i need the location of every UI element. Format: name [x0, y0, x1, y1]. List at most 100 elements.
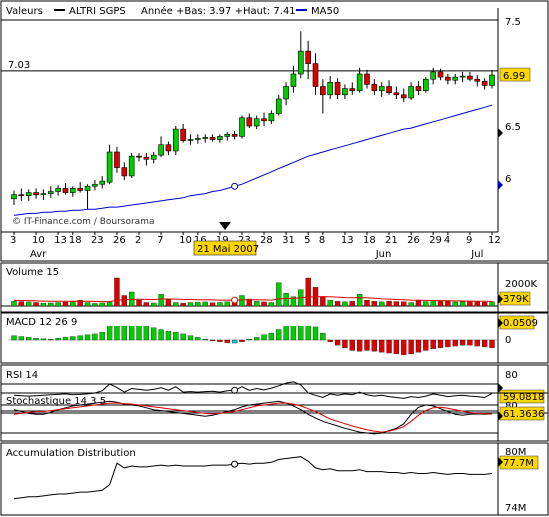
volume-bar	[415, 300, 422, 307]
volume-bar	[48, 302, 54, 307]
volume-bar	[33, 302, 39, 307]
volume-bar	[379, 301, 385, 307]
macd-bar	[320, 332, 326, 341]
volume-bar	[99, 302, 105, 307]
volume-bar	[283, 293, 289, 307]
macd-bar	[401, 339, 407, 355]
rsi-title: RSI 14	[6, 370, 38, 381]
macd-bar	[283, 326, 289, 341]
rsi-cursor-marker	[231, 386, 239, 394]
macd-bar	[180, 333, 186, 341]
macd-bar	[92, 333, 98, 341]
candle	[172, 126, 179, 156]
candle-body	[393, 92, 400, 96]
macd-bar	[84, 334, 91, 341]
candle-body	[231, 134, 238, 137]
x-day-label: 3	[10, 235, 16, 246]
macd-bar	[386, 339, 392, 354]
macd-bar	[445, 339, 451, 348]
candle-body	[415, 86, 422, 91]
volume-bar	[165, 298, 172, 307]
volume-bar	[40, 302, 47, 307]
volume-bar	[26, 301, 32, 307]
x-day-label: 23	[91, 235, 104, 246]
macd-bar	[246, 338, 252, 341]
volume-bar	[11, 300, 17, 307]
accumulation-y-tick: 74M	[505, 503, 526, 514]
candle-body	[459, 75, 466, 78]
volume-bar	[430, 300, 436, 307]
candle-body	[268, 113, 275, 122]
volume-bar	[489, 301, 495, 307]
legend-series-label: Valeurs	[6, 6, 43, 17]
volume-bar	[452, 301, 458, 307]
volume-bar	[393, 301, 400, 307]
candle-body	[400, 94, 407, 99]
candle-body	[40, 193, 47, 195]
x-day-label: 2	[135, 235, 141, 246]
candle-body	[121, 167, 128, 177]
macd-bar	[481, 339, 488, 348]
volume-bar	[401, 301, 407, 307]
macd-bar	[224, 339, 230, 343]
volume-bar	[202, 301, 208, 307]
legend-range-label: Année +Bas: 3.97 +Haut: 7.41	[141, 5, 296, 17]
macd-bar	[48, 338, 54, 341]
x-day-label: 29	[429, 235, 442, 246]
candle-body	[246, 117, 253, 127]
legend-ma-label: MA50	[311, 6, 339, 17]
candle-body	[334, 82, 341, 96]
volume-bar	[254, 301, 260, 307]
volume-bar	[474, 301, 480, 307]
volume-bar	[136, 300, 142, 307]
macd-bar	[231, 339, 238, 344]
volume-bar	[356, 294, 363, 307]
price-y-tick: 6	[505, 174, 511, 185]
macd-bar	[349, 339, 355, 351]
x-day-label: 10	[32, 235, 45, 246]
macd-bar	[334, 339, 341, 346]
accumulation-last-value: 77.7M	[503, 458, 534, 469]
x-day-label: 8	[319, 235, 325, 246]
macd-bar	[55, 338, 61, 341]
candle-body	[275, 98, 282, 114]
macd-zero-tick: 0	[505, 335, 511, 346]
macd-panel-border	[0, 312, 549, 364]
x-day-label: 13	[54, 235, 67, 246]
candle-body	[187, 139, 194, 141]
candle-body	[489, 74, 495, 86]
volume-bar	[327, 300, 333, 307]
macd-bar	[173, 332, 179, 341]
candle-body	[437, 71, 444, 78]
x-day-label: 31	[282, 235, 295, 246]
candle-body	[452, 76, 459, 81]
macd-last-value: 0.0509	[503, 318, 538, 329]
macd-bar	[312, 326, 319, 341]
macd-bar	[143, 326, 150, 341]
macd-bar	[393, 339, 400, 355]
x-day-label: 4	[444, 235, 450, 246]
candle-body	[209, 137, 216, 140]
volume-bar	[92, 303, 98, 307]
volume-bar	[158, 294, 164, 307]
candle-body	[297, 50, 304, 75]
x-day-label: 5	[304, 235, 310, 246]
macd-bar	[33, 338, 39, 341]
macd-bar	[217, 339, 223, 342]
volume-bar	[55, 302, 61, 307]
macd-bar	[239, 339, 245, 342]
volume-bar	[459, 301, 466, 307]
macd-bar	[195, 337, 201, 341]
volume-bar	[320, 296, 326, 307]
volume-bar	[467, 301, 473, 307]
candle-body	[349, 88, 356, 91]
volume-bar	[386, 300, 392, 307]
volume-bar	[173, 302, 179, 307]
macd-bar	[327, 339, 333, 342]
candle-body	[136, 155, 142, 158]
macd-bar	[70, 336, 76, 341]
candle-body	[202, 137, 208, 139]
volume-bar	[84, 302, 91, 307]
candle-body	[195, 138, 201, 140]
candle-body	[128, 155, 135, 177]
